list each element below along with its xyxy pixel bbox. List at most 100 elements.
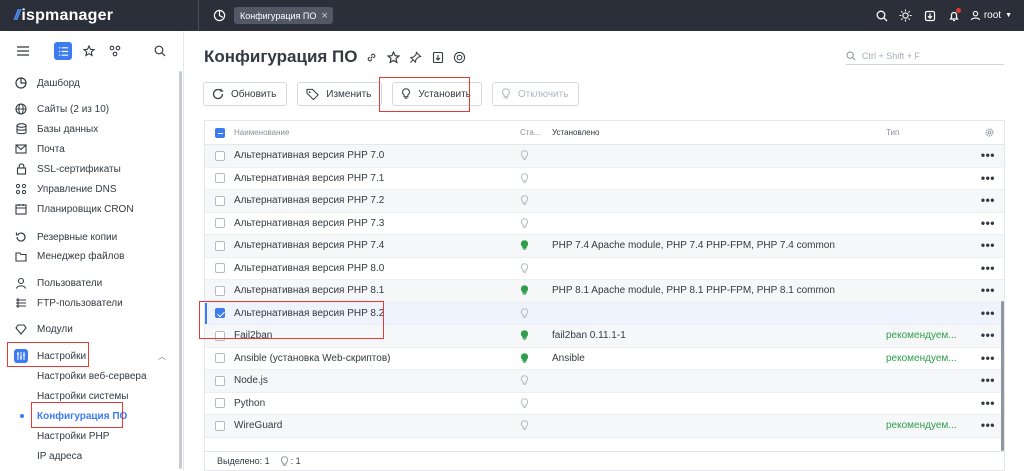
link-icon[interactable] — [364, 49, 380, 65]
tab-software-config[interactable]: Конфигурация ПО × — [234, 7, 333, 24]
search-icon[interactable] — [870, 4, 894, 28]
sidebar-item-modules[interactable]: Модули — [0, 319, 180, 339]
table-row[interactable]: Альтернативная версия PHP 8.2 ••• — [205, 302, 1004, 325]
sidebar-subitem-webserver-settings[interactable]: Настройки веб-сервера — [0, 366, 180, 386]
sidebar-item-dashboard[interactable]: Дашборд — [0, 73, 180, 93]
row-more-icon[interactable]: ••• — [981, 239, 995, 251]
sidebar-item-label: Пользователи — [37, 277, 103, 289]
theme-sun-icon[interactable] — [894, 4, 918, 28]
table-row[interactable]: Альтернативная версия PHP 7.1 ••• — [205, 168, 1004, 190]
sidebar-search-icon[interactable] — [151, 42, 169, 60]
refresh-button[interactable]: Обновить — [203, 82, 288, 106]
row-checkbox[interactable] — [215, 285, 225, 296]
download-icon[interactable] — [918, 4, 942, 28]
sidebar-scrollbar[interactable] — [179, 71, 182, 469]
row-more-icon[interactable]: ••• — [981, 194, 995, 206]
bell-icon[interactable] — [942, 4, 966, 28]
table-row[interactable]: Альтернативная версия PHP 7.3 ••• — [205, 213, 1004, 235]
row-more-icon[interactable]: ••• — [981, 374, 995, 386]
star-icon[interactable] — [80, 42, 98, 60]
gear-icon[interactable] — [985, 128, 994, 139]
select-all-checkbox[interactable] — [215, 127, 225, 138]
table-row[interactable]: Fail2ban fail2ban 0.11.1-1 рекомендуем... •… — [205, 325, 1004, 348]
search-placeholder: Ctrl + Shift + F — [862, 51, 921, 61]
sidebar-item-backups[interactable]: Резервные копии — [0, 227, 180, 247]
edit-button[interactable]: Изменить — [297, 82, 383, 106]
chevron-up-icon[interactable]: ︿ — [158, 351, 166, 362]
row-checkbox[interactable] — [215, 150, 225, 161]
install-button[interactable]: Установить — [392, 82, 482, 106]
row-checkbox[interactable] — [215, 353, 225, 364]
sidebar-item-file-manager[interactable]: Менеджер файлов — [0, 246, 180, 266]
menu-list-icon[interactable] — [54, 42, 72, 60]
column-header-installed[interactable]: Установлено — [552, 128, 886, 137]
export-icon[interactable] — [430, 49, 446, 65]
row-more-icon[interactable]: ••• — [981, 172, 995, 184]
pin-icon[interactable] — [408, 49, 424, 65]
row-more-icon[interactable]: ••• — [981, 329, 995, 341]
row-checkbox[interactable] — [215, 308, 225, 319]
row-name: Ansible (установка Web-скриптов) — [234, 352, 391, 364]
row-checkbox[interactable] — [215, 398, 225, 409]
row-checkbox[interactable] — [215, 420, 225, 431]
row-more-icon[interactable]: ••• — [981, 419, 995, 431]
row-checkbox[interactable] — [215, 218, 225, 229]
sidebar-item-databases[interactable]: Базы данных — [0, 119, 180, 139]
disable-button[interactable]: Отключить — [491, 82, 580, 106]
row-more-icon[interactable]: ••• — [981, 284, 995, 296]
table-scrollbar[interactable] — [1001, 301, 1004, 451]
row-more-icon[interactable]: ••• — [981, 262, 995, 274]
modules-tree-icon[interactable] — [106, 42, 124, 60]
sidebar-subitem-system-settings[interactable]: Настройки системы — [0, 386, 180, 406]
sidebar-subitem-label: IP адреса — [37, 450, 83, 462]
sidebar-item-ssl[interactable]: SSL-сертификаты — [0, 159, 180, 179]
column-header-name[interactable]: Наименование — [234, 128, 520, 137]
sidebar-item-settings[interactable]: Настройки ︿ — [0, 346, 180, 366]
row-more-icon[interactable]: ••• — [981, 307, 995, 319]
sidebar-subitem-php-settings[interactable]: Настройки PHP — [0, 426, 180, 446]
sidebar-subitem-software-config[interactable]: Конфигурация ПО — [0, 406, 180, 426]
close-icon[interactable]: × — [321, 10, 327, 22]
table-row[interactable]: Альтернативная версия PHP 8.0 ••• — [205, 258, 1004, 280]
table-row[interactable]: Альтернативная версия PHP 7.4 PHP 7.4 Apa… — [205, 235, 1004, 258]
star-icon[interactable] — [386, 49, 402, 65]
row-more-icon[interactable]: ••• — [981, 352, 995, 364]
sidebar-item-dns[interactable]: Управление DNS — [0, 179, 180, 199]
row-more-icon[interactable]: ••• — [981, 149, 995, 161]
sidebar-item-ftp-users[interactable]: FTP-пользователи — [0, 293, 180, 313]
search-input[interactable]: Ctrl + Shift + F — [846, 48, 1004, 65]
table-row[interactable]: Альтернативная версия PHP 7.2 ••• — [205, 190, 1004, 213]
settings-icon — [14, 349, 28, 363]
row-checkbox[interactable] — [215, 240, 225, 251]
sidebar-subitem-label: Настройки веб-сервера — [37, 370, 147, 382]
column-header-type[interactable]: Тип — [886, 128, 986, 137]
globe-icon — [14, 102, 28, 116]
table-footer: Выделено: 1 : 1 — [204, 451, 1005, 471]
sidebar-item-mail[interactable]: Почта — [0, 139, 180, 159]
sidebar-item-users[interactable]: Пользователи — [0, 273, 180, 293]
column-header-status[interactable]: Ста... — [520, 128, 552, 137]
row-checkbox[interactable] — [215, 195, 225, 206]
row-checkbox[interactable] — [215, 173, 225, 184]
table-row[interactable]: Альтернативная версия PHP 8.1 PHP 8.1 Apa… — [205, 280, 1004, 303]
table-row[interactable]: Ansible (установка Web-скриптов) Ansible р… — [205, 348, 1004, 370]
table-row[interactable]: WireGuard рекомендуем... ••• — [205, 415, 1004, 438]
row-checkbox[interactable] — [215, 375, 225, 386]
sidebar-subitem-ip-addresses[interactable]: IP адреса — [0, 446, 180, 466]
row-type: рекомендуем... — [886, 420, 957, 432]
table-row[interactable]: Альтернативная версия PHP 7.0 ••• — [205, 145, 1004, 168]
user-menu[interactable]: root ▼ — [970, 10, 1012, 21]
row-more-icon[interactable]: ••• — [981, 217, 995, 229]
row-checkbox[interactable] — [215, 330, 225, 341]
sidebar-item-cron[interactable]: Планировщик CRON — [0, 199, 180, 219]
row-more-icon[interactable]: ••• — [981, 397, 995, 409]
notification-dot — [955, 7, 961, 13]
row-checkbox[interactable] — [215, 263, 225, 274]
table-row[interactable]: Python ••• — [205, 393, 1004, 415]
hamburger-icon[interactable] — [14, 42, 32, 60]
history-icon[interactable] — [209, 6, 229, 26]
table-row[interactable]: Node.js ••• — [205, 370, 1004, 393]
logo[interactable]: // ispmanager — [14, 7, 192, 25]
help-icon[interactable] — [452, 49, 468, 65]
sidebar-item-sites[interactable]: Сайты (2 из 10) — [0, 99, 180, 119]
